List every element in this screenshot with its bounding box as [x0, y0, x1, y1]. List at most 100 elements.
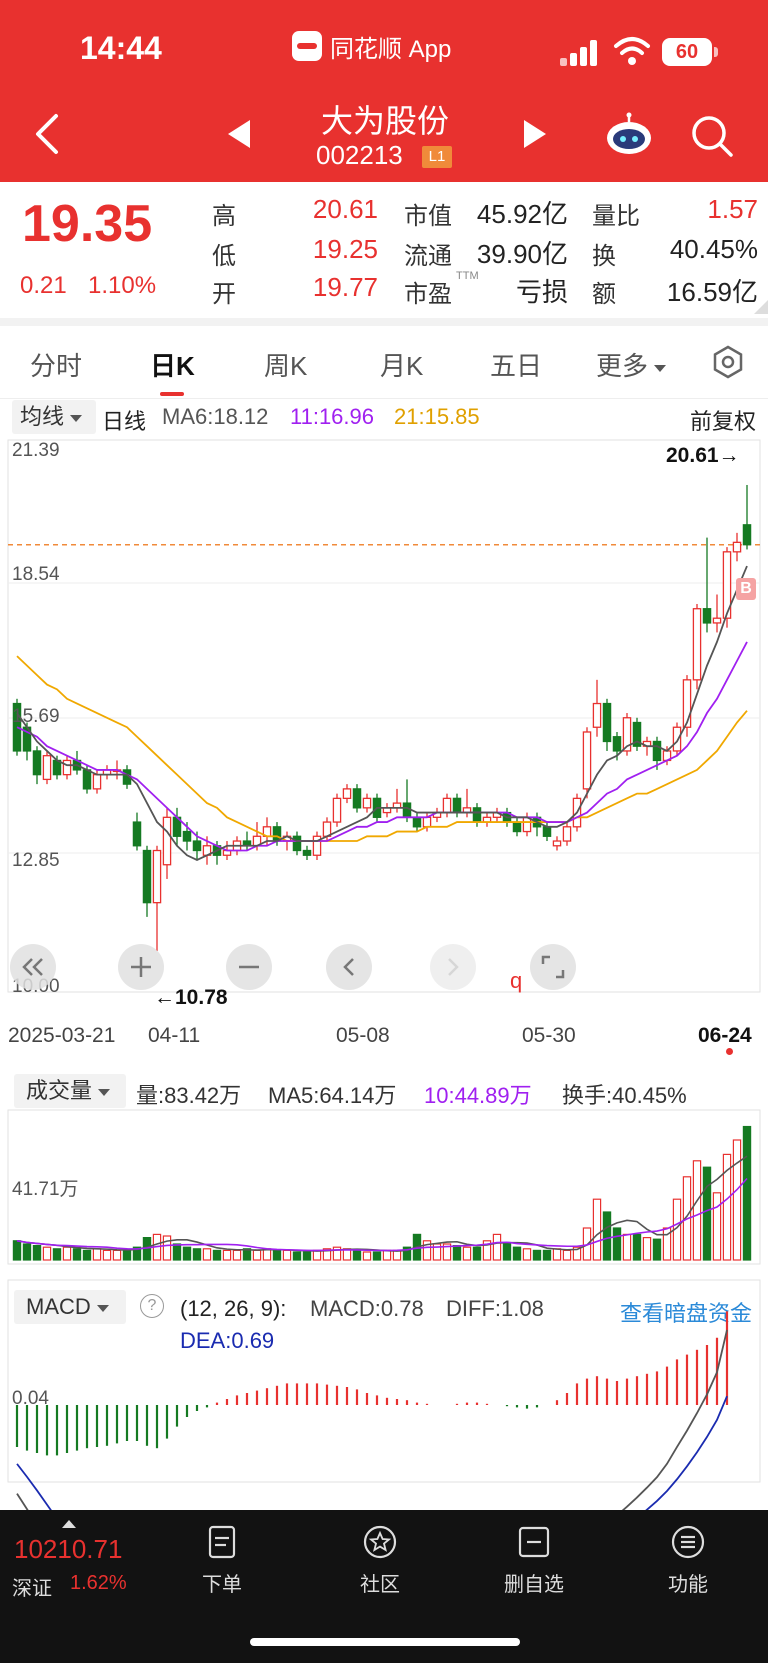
quote-label-low: 低 [212, 243, 236, 270]
tab-five-day[interactable]: 五日 [490, 346, 542, 383]
volume-bar [502, 1243, 512, 1261]
adjust-mode[interactable]: 前复权 [690, 404, 756, 436]
chevron-right-icon [448, 958, 459, 976]
quote-value-turnover: 40.45% [669, 234, 758, 264]
ma-selector[interactable]: 均线 [12, 400, 96, 434]
prev-stock-icon[interactable] [224, 116, 254, 152]
tab-intraday[interactable]: 分时 [30, 346, 82, 383]
candle-body [422, 816, 432, 828]
zoom-in-button[interactable] [118, 944, 164, 990]
volume-bar [592, 1198, 602, 1261]
candle-body [702, 608, 712, 624]
tab-monthly-k[interactable]: 月K [380, 346, 423, 383]
candle-body [142, 849, 152, 904]
tab-weekly-k[interactable]: 周K [264, 346, 307, 383]
nav-functions-label: 功能 [668, 1574, 708, 1596]
candle-body [62, 759, 72, 776]
app-switch-pill[interactable]: 同花顺 App [292, 30, 451, 63]
candle-body [292, 835, 302, 852]
buy-signal-badge[interactable]: B [736, 578, 756, 600]
back-arrow-icon[interactable] [30, 112, 70, 156]
volume-chart[interactable] [0, 1109, 768, 1270]
volume-bar [552, 1248, 562, 1261]
remove-watchlist-icon [518, 1526, 550, 1558]
tab-daily-k[interactable]: 日K [150, 346, 195, 383]
chart-settings-icon[interactable] [710, 344, 746, 380]
nav-order-label: 下单 [202, 1574, 242, 1596]
volume-bar [532, 1249, 542, 1261]
wifi-icon [614, 37, 650, 65]
quote-label-amount: 额 [592, 281, 616, 308]
volume-bar [612, 1227, 622, 1261]
price-change: 0.21 [20, 272, 67, 299]
status-time: 14:44 [80, 30, 162, 66]
candle-body [152, 849, 162, 904]
search-icon[interactable] [690, 114, 734, 158]
volume-bar [462, 1246, 472, 1261]
nav-functions[interactable]: 功能 [638, 1524, 738, 1597]
date-tick: 05-30 [522, 1024, 576, 1047]
macd-chart[interactable] [0, 1279, 768, 1663]
quote-label-open: 开 [212, 281, 236, 308]
volume-bar [702, 1166, 712, 1261]
plus-icon [131, 957, 151, 977]
quote-label-mktcap: 市值 [404, 203, 452, 230]
quote-value-high: 20.61 [312, 194, 378, 224]
volume-bar [202, 1248, 212, 1261]
volume-bar [602, 1211, 612, 1261]
high-marker: 20.61→ [666, 444, 740, 467]
next-stock-icon[interactable] [520, 116, 550, 152]
candle-body [562, 826, 572, 842]
volume-bar [122, 1249, 132, 1261]
nav-community-label: 社区 [360, 1574, 400, 1596]
candle-body [32, 750, 42, 776]
volume-bar [382, 1249, 392, 1261]
date-tick: 2025-03-21 [8, 1024, 116, 1047]
active-tab-indicator [160, 392, 184, 396]
rewind-button[interactable] [10, 944, 56, 990]
fullscreen-button[interactable] [530, 944, 576, 990]
chevron-down-icon [654, 364, 667, 372]
ma11-label: 11:16.96 [290, 404, 375, 429]
date-tick: 05-08 [336, 1024, 390, 1047]
candle-body [672, 726, 682, 752]
stock-code: 002213 [316, 140, 403, 170]
candle-body [542, 826, 552, 837]
scroll-left-button[interactable] [326, 944, 372, 990]
volume-bar [712, 1192, 722, 1261]
y-tick: 15.69 [12, 706, 60, 727]
zoom-out-button[interactable] [226, 944, 272, 990]
ma-selector-label: 均线 [20, 404, 65, 429]
quote-value-open: 19.77 [312, 272, 378, 302]
nav-community[interactable]: 社区 [330, 1524, 430, 1597]
candle-body [602, 702, 612, 743]
ai-robot-icon[interactable] [604, 112, 654, 156]
nav-order[interactable]: 下单 [172, 1524, 272, 1597]
volume-bar [372, 1251, 382, 1261]
order-icon [208, 1525, 236, 1559]
candle-body [692, 608, 702, 681]
quote-value-float: 39.90亿 [476, 239, 568, 269]
candle-body [132, 821, 142, 847]
volume-bar [192, 1248, 202, 1261]
y-tick: 18.54 [12, 564, 60, 585]
scroll-right-button[interactable] [430, 944, 476, 990]
quote-label-turnover: 换 [592, 243, 616, 270]
volume-bar [172, 1243, 182, 1261]
candle-body [582, 731, 592, 790]
kline-chart[interactable] [0, 439, 768, 1010]
tab-more[interactable]: 更多 [596, 346, 667, 383]
quote-value-low: 19.25 [312, 234, 378, 264]
y-tick: 21.39 [12, 440, 60, 461]
expand-up-icon[interactable] [62, 1520, 76, 1528]
candle-body [412, 816, 422, 828]
volume-bar [162, 1235, 172, 1261]
nav-remove-watchlist[interactable]: 删自选 [484, 1524, 584, 1597]
nav-remove-watchlist-label: 删自选 [504, 1574, 564, 1596]
volume-selector[interactable]: 成交量 [14, 1074, 126, 1108]
index-value[interactable]: 10210.71 [14, 1534, 122, 1565]
candle-body [592, 702, 602, 728]
volume-bar [232, 1249, 242, 1261]
quote-label-float: 流通 [404, 243, 452, 270]
expand-corner-icon[interactable] [754, 300, 768, 314]
